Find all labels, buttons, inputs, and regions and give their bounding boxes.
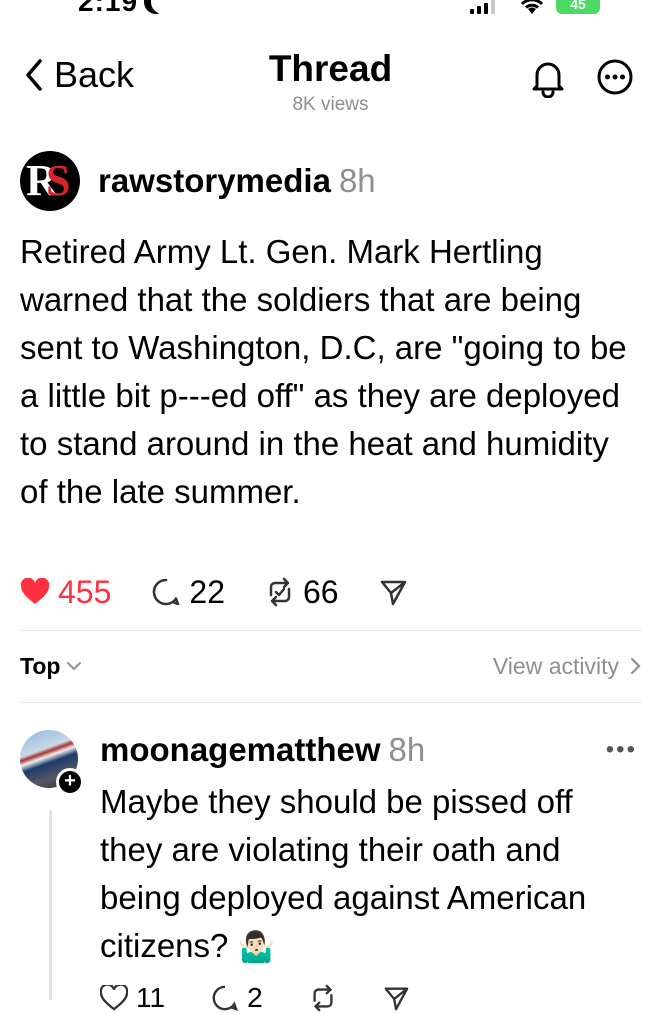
bell-icon[interactable]: [530, 58, 566, 98]
reply-share-button[interactable]: [383, 985, 409, 1011]
avatar[interactable]: RS: [20, 151, 80, 211]
sort-bar: Top View activity: [20, 648, 641, 684]
reply-like-count: 11: [136, 982, 166, 1013]
post-actions: 455 22 66: [20, 572, 447, 612]
view-activity-label: View activity: [492, 652, 619, 679]
sort-label: Top: [20, 652, 61, 679]
share-icon: [384, 987, 408, 1011]
reply-text: Maybe they should be pissed off they are…: [100, 783, 587, 964]
post-text: Retired Army Lt. Gen. Mark Hertling warn…: [20, 233, 627, 510]
thread-header: Back Thread 8K views: [0, 44, 661, 124]
battery-level: 45: [570, 0, 586, 12]
status-time: 2:19: [78, 0, 139, 17]
like-count: 455: [58, 573, 112, 610]
follow-plus-icon[interactable]: +: [56, 768, 84, 796]
post-header: RS rawstorymedia 8h: [20, 150, 645, 212]
reply-time: 8h: [388, 731, 426, 768]
status-bar: 2:19 45: [0, 0, 661, 18]
like-button[interactable]: 455: [20, 574, 111, 611]
share-icon: [380, 580, 406, 606]
signal-icon: [470, 0, 495, 14]
reply-header: moonagematthew 8h: [100, 730, 425, 770]
wifi-icon: [520, 0, 544, 14]
sort-dropdown[interactable]: Top: [20, 653, 82, 680]
reply-username[interactable]: moonagematthew: [100, 731, 381, 769]
reply-repost-button[interactable]: [309, 984, 337, 1012]
chevron-right-icon: [630, 657, 641, 675]
repost-button[interactable]: 66: [265, 574, 339, 611]
reply-text-container: Maybe they should be pissed off they are…: [100, 778, 640, 972]
view-activity-link[interactable]: View activity: [493, 653, 641, 680]
comment-icon: [212, 985, 239, 1012]
reply-comment-count: 2: [247, 982, 263, 1013]
repost-icon: [269, 577, 291, 607]
reply-actions: 11 2: [100, 982, 455, 1014]
reply-like-button[interactable]: 11: [100, 982, 165, 1014]
divider: [20, 702, 641, 703]
main-post: RS rawstorymedia 8h Retired Army Lt. Gen…: [20, 150, 645, 516]
share-button[interactable]: [379, 578, 407, 606]
battery-icon: 45: [556, 0, 600, 14]
comment-count: 22: [189, 573, 225, 610]
moon-icon: [151, 0, 175, 14]
post-username[interactable]: rawstorymedia: [98, 162, 331, 200]
more-icon[interactable]: •••: [606, 736, 637, 764]
comment-button[interactable]: 22: [151, 574, 225, 611]
reply-comment-button[interactable]: 2: [211, 982, 263, 1014]
divider: [20, 630, 641, 631]
heart-icon: [20, 578, 50, 604]
heart-icon: [100, 985, 128, 1011]
thread-line: [49, 810, 52, 1000]
repost-icon: [313, 984, 333, 1012]
more-options-icon[interactable]: [596, 58, 634, 96]
post-time: 8h: [338, 162, 376, 199]
chevron-down-icon: [67, 662, 82, 671]
comment-icon: [153, 578, 180, 606]
repost-count: 66: [302, 573, 339, 610]
shrug-emoji: 🤷🏻‍♂️: [237, 931, 275, 964]
